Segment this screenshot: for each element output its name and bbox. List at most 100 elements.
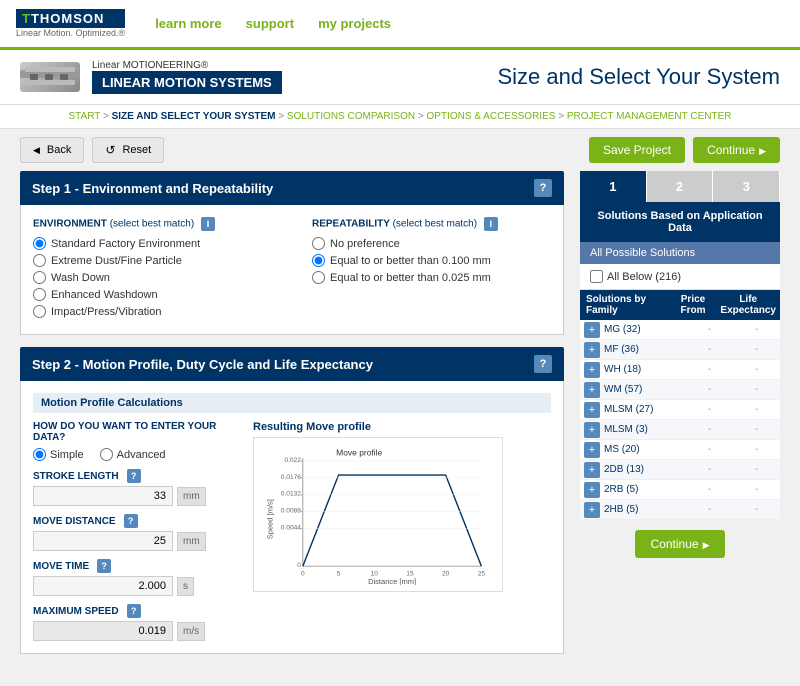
reset-label: Reset — [122, 144, 151, 156]
max-speed-input[interactable] — [33, 621, 173, 641]
env-label-2: Wash Down — [51, 272, 110, 284]
sol-expand-btn[interactable]: + — [584, 462, 600, 478]
breadcrumb-options[interactable]: OPTIONS & ACCESSORIES — [427, 111, 556, 122]
repeatability-title: REPEATABILITY (select best match) i — [312, 217, 551, 231]
back-label: Back — [47, 144, 71, 156]
right-continue-button[interactable]: Continue — [635, 530, 726, 558]
sol-name[interactable]: MG (32) — [600, 320, 686, 339]
save-project-button[interactable]: Save Project — [589, 137, 685, 163]
stroke-length-input[interactable] — [33, 486, 173, 506]
data-entry: HOW DO YOU WANT TO ENTER YOUR DATA? Simp… — [33, 421, 233, 641]
sol-expand-btn[interactable]: + — [584, 442, 600, 458]
rep-radio-1[interactable] — [312, 254, 325, 267]
nav-links: learn more support my projects — [155, 16, 391, 31]
environment-title: ENVIRONMENT (select best match) i — [33, 217, 272, 231]
nav-my-projects[interactable]: my projects — [318, 16, 391, 31]
breadcrumb-start[interactable]: START — [69, 111, 101, 122]
breadcrumb-solutions[interactable]: SOLUTIONS COMPARISON — [287, 111, 415, 122]
all-below: All Below (216) — [580, 264, 780, 290]
env-label-4: Impact/Press/Vibration — [51, 306, 161, 318]
sol-name[interactable]: MF (36) — [600, 340, 686, 359]
sol-name[interactable]: 2RB (5) — [600, 480, 686, 499]
environment-col: ENVIRONMENT (select best match) i Standa… — [33, 217, 272, 322]
sol-price: - — [686, 340, 733, 359]
svg-text:Distance [mm]: Distance [mm] — [368, 577, 416, 585]
svg-text:25: 25 — [478, 571, 486, 578]
move-time-unit: s — [177, 577, 194, 596]
nav-support[interactable]: support — [246, 16, 294, 31]
solutions-header: Solutions Based on Application Data — [580, 202, 780, 242]
step1-title: Step 1 - Environment and Repeatability — [32, 181, 273, 196]
step1-body: ENVIRONMENT (select best match) i Standa… — [20, 205, 564, 335]
svg-text:Move profile: Move profile — [336, 447, 382, 457]
rep-radio-0[interactable] — [312, 237, 325, 250]
max-speed-help[interactable]: ? — [127, 604, 141, 618]
sol-expand-btn[interactable]: + — [584, 382, 600, 398]
repeatability-help[interactable]: i — [484, 217, 498, 231]
repeatability-col: REPEATABILITY (select best match) i No p… — [312, 217, 551, 322]
breadcrumb-project[interactable]: PROJECT MANAGEMENT CENTER — [567, 111, 732, 122]
all-below-checkbox[interactable] — [590, 270, 603, 283]
sol-expand-btn[interactable]: + — [584, 322, 600, 338]
env-radio-3[interactable] — [33, 288, 46, 301]
sol-expand-btn[interactable]: + — [584, 482, 600, 498]
toolbar: Back Reset Save Project Continue — [0, 129, 800, 171]
mode-simple-radio[interactable] — [33, 448, 46, 461]
sol-name[interactable]: MLSM (3) — [600, 420, 686, 439]
sol-price: - — [686, 480, 733, 499]
field-label-1: MOVE DISTANCE ? — [33, 514, 233, 528]
sol-name[interactable]: 2HB (5) — [600, 500, 686, 519]
step1-section: Step 1 - Environment and Repeatability ?… — [20, 171, 564, 335]
env-radio-2[interactable] — [33, 271, 46, 284]
sol-name[interactable]: WM (57) — [600, 380, 686, 399]
table-row: + MG (32) - - — [580, 320, 780, 340]
sol-expand-btn[interactable]: + — [584, 402, 600, 418]
sol-life: - — [733, 320, 780, 339]
step-tab-2[interactable]: 2 — [647, 171, 714, 202]
svg-text:0: 0 — [297, 562, 301, 569]
step-tab-3[interactable]: 3 — [713, 171, 780, 202]
sol-expand-btn[interactable]: + — [584, 362, 600, 378]
sol-name[interactable]: 2DB (13) — [600, 460, 686, 479]
environment-help[interactable]: i — [201, 217, 215, 231]
env-option-2: Wash Down — [33, 271, 272, 284]
move-time-input[interactable] — [33, 576, 173, 596]
top-navigation: TTHOMSON Linear Motion. Optimized.® lear… — [0, 0, 800, 50]
sol-name[interactable]: MS (20) — [600, 440, 686, 459]
mode-advanced-radio[interactable] — [100, 448, 113, 461]
main-layout: Step 1 - Environment and Repeatability ?… — [0, 171, 800, 686]
sol-expand-btn[interactable]: + — [584, 422, 600, 438]
sol-price: - — [686, 500, 733, 519]
move-time-help[interactable]: ? — [97, 559, 111, 573]
env-radio-1[interactable] — [33, 254, 46, 267]
sol-name[interactable]: WH (18) — [600, 360, 686, 379]
step1-header: Step 1 - Environment and Repeatability ? — [20, 171, 564, 205]
move-distance-input[interactable] — [33, 531, 173, 551]
nav-learn-more[interactable]: learn more — [155, 16, 221, 31]
step-tab-1[interactable]: 1 — [580, 171, 647, 202]
rep-radio-2[interactable] — [312, 271, 325, 284]
stroke-help[interactable]: ? — [127, 469, 141, 483]
rep-label-1: Equal to or better than 0.100 mm — [330, 255, 491, 267]
sol-expand-btn[interactable]: + — [584, 342, 600, 358]
continue-button[interactable]: Continue — [693, 137, 780, 163]
env-label-1: Extreme Dust/Fine Particle — [51, 255, 182, 267]
logo-t: T — [22, 11, 31, 26]
col-price: Price From — [670, 290, 717, 320]
reset-button[interactable]: Reset — [92, 137, 164, 163]
all-possible-solutions[interactable]: All Possible Solutions — [580, 242, 780, 264]
sol-life: - — [733, 360, 780, 379]
step2-help-button[interactable]: ? — [534, 355, 552, 373]
data-row: HOW DO YOU WANT TO ENTER YOUR DATA? Simp… — [33, 421, 551, 641]
svg-text:5: 5 — [337, 571, 341, 578]
right-continue-label: Continue — [651, 537, 699, 551]
back-button[interactable]: Back — [20, 137, 84, 163]
env-radio-4[interactable] — [33, 305, 46, 318]
move-dist-help[interactable]: ? — [124, 514, 138, 528]
col-life: Life Expectancy — [716, 290, 780, 320]
env-radio-0[interactable] — [33, 237, 46, 250]
sol-name[interactable]: MLSM (27) — [600, 400, 686, 419]
step1-help-button[interactable]: ? — [534, 179, 552, 197]
table-row: + MF (36) - - — [580, 340, 780, 360]
sol-expand-btn[interactable]: + — [584, 502, 600, 518]
